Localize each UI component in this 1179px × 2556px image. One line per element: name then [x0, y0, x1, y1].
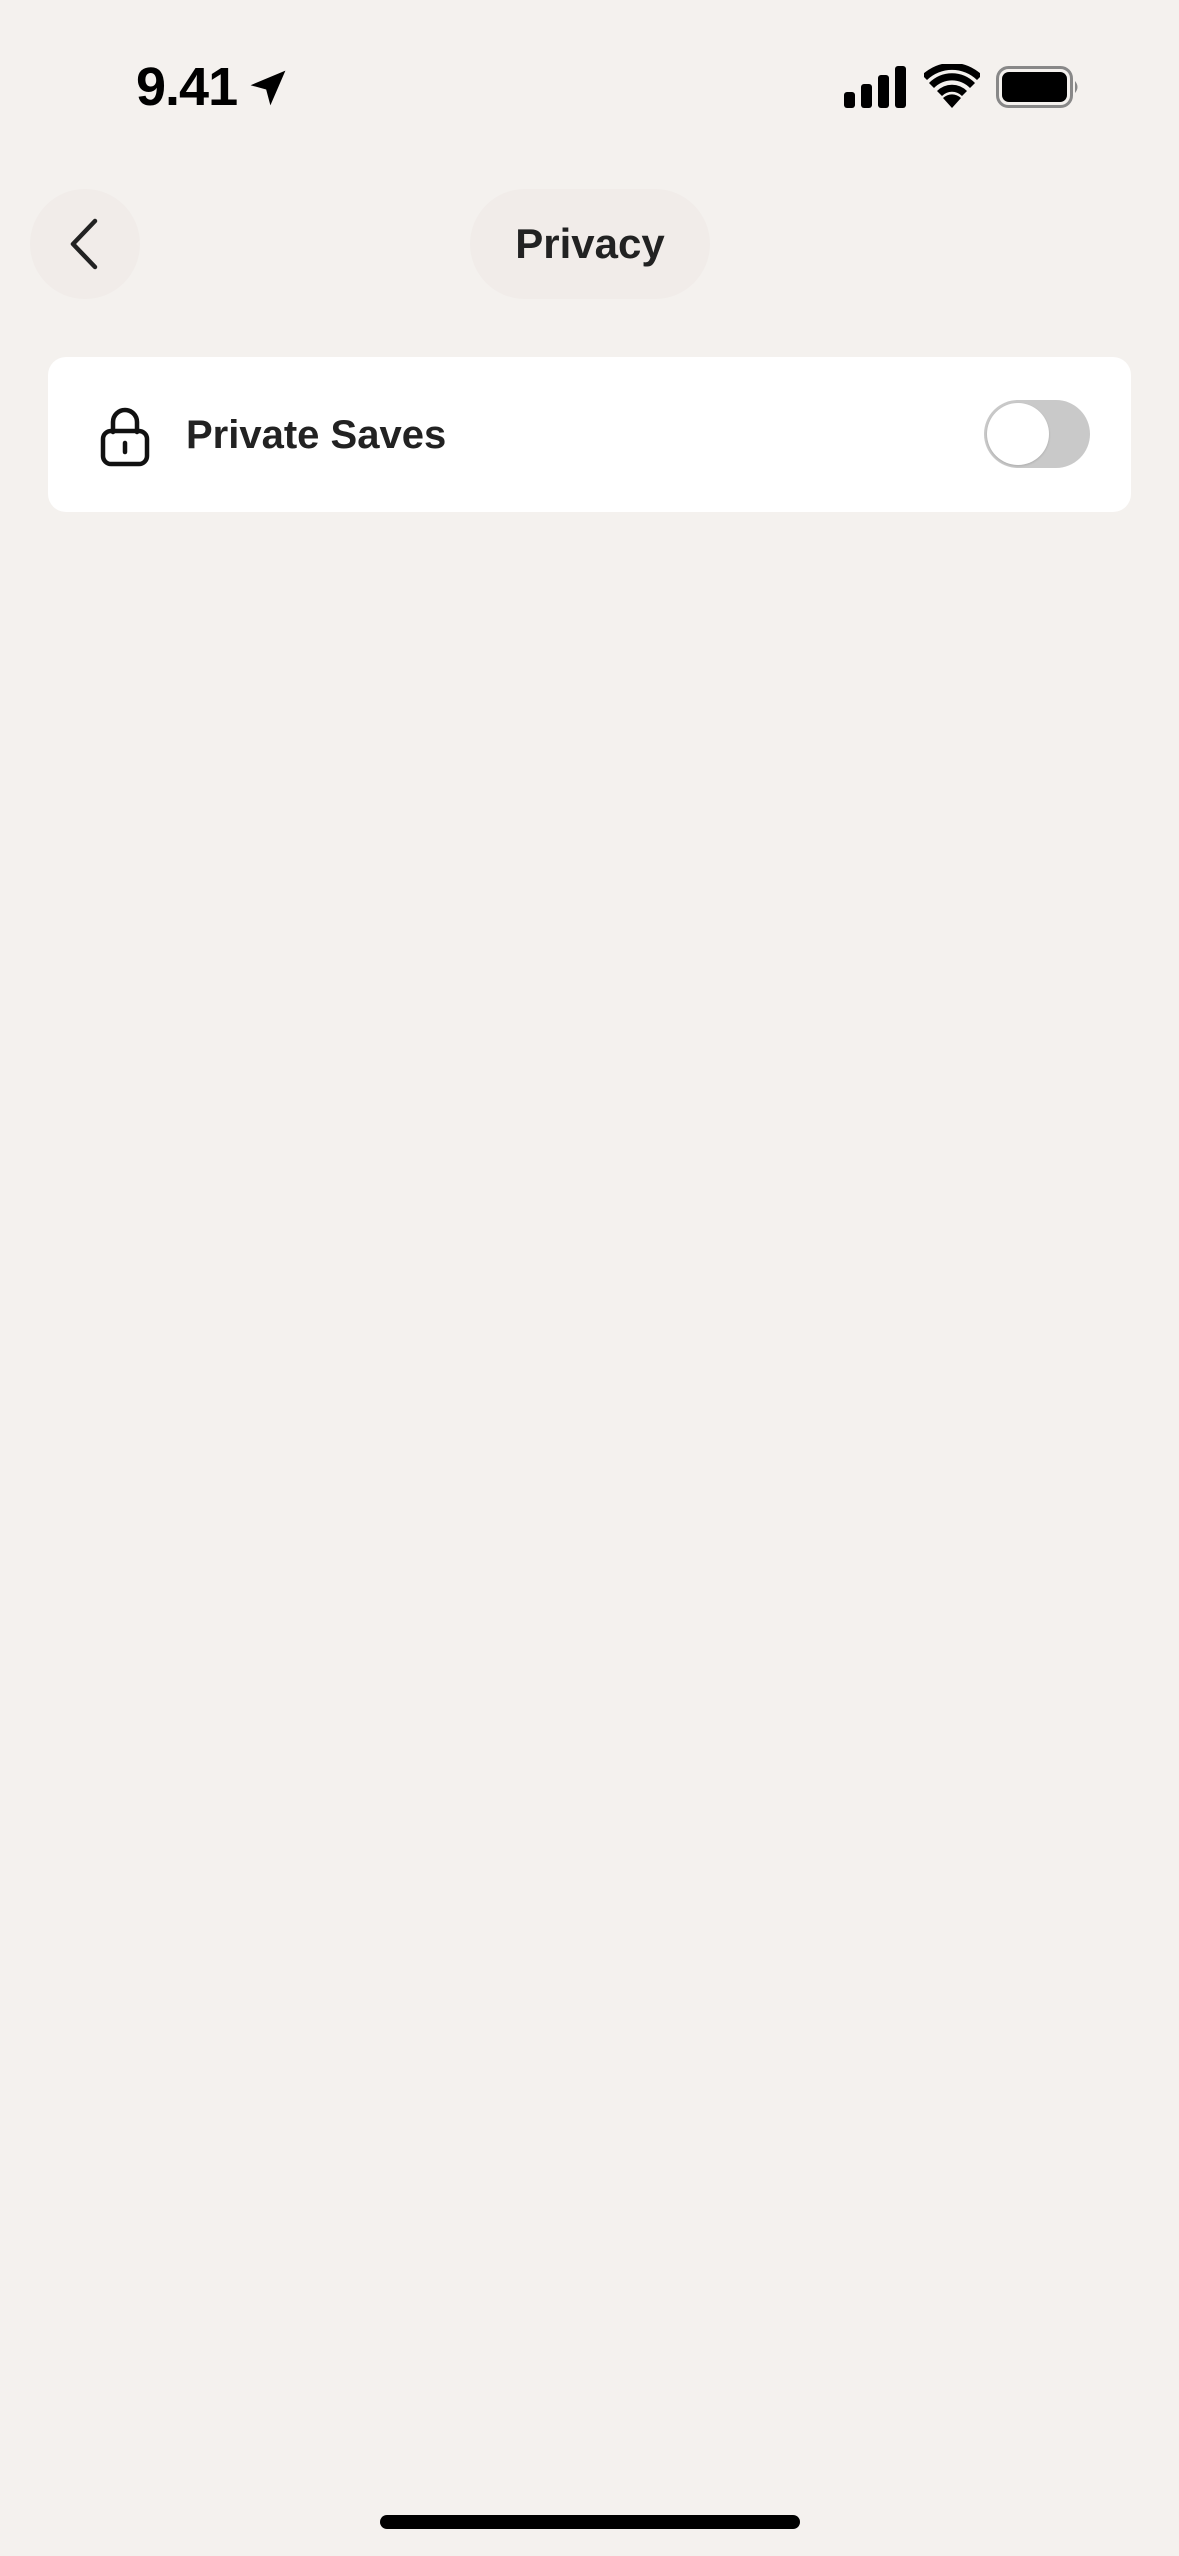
private-saves-toggle[interactable] — [984, 400, 1090, 468]
setting-row-private-saves[interactable]: Private Saves — [48, 357, 1131, 512]
status-time: 9.41 — [136, 57, 238, 117]
signal-icon — [844, 66, 906, 108]
wifi-icon — [924, 64, 980, 108]
page-title: Privacy — [515, 220, 665, 267]
lock-icon — [100, 407, 150, 467]
back-button[interactable] — [30, 189, 140, 299]
status-bar: 9.41 — [0, 0, 1179, 175]
home-indicator[interactable] — [380, 2515, 800, 2529]
toggle-knob — [987, 403, 1049, 465]
setting-label-private-saves: Private Saves — [186, 413, 447, 457]
location-icon — [250, 70, 286, 106]
nav-header: Privacy — [0, 175, 1179, 315]
privacy-screen: 9.41 Privacy Private Saves — [0, 0, 1179, 2556]
page-title-container: Privacy — [470, 189, 710, 299]
battery-icon — [996, 66, 1078, 108]
settings-card: Private Saves — [48, 357, 1131, 512]
chevron-left-icon — [70, 218, 98, 270]
